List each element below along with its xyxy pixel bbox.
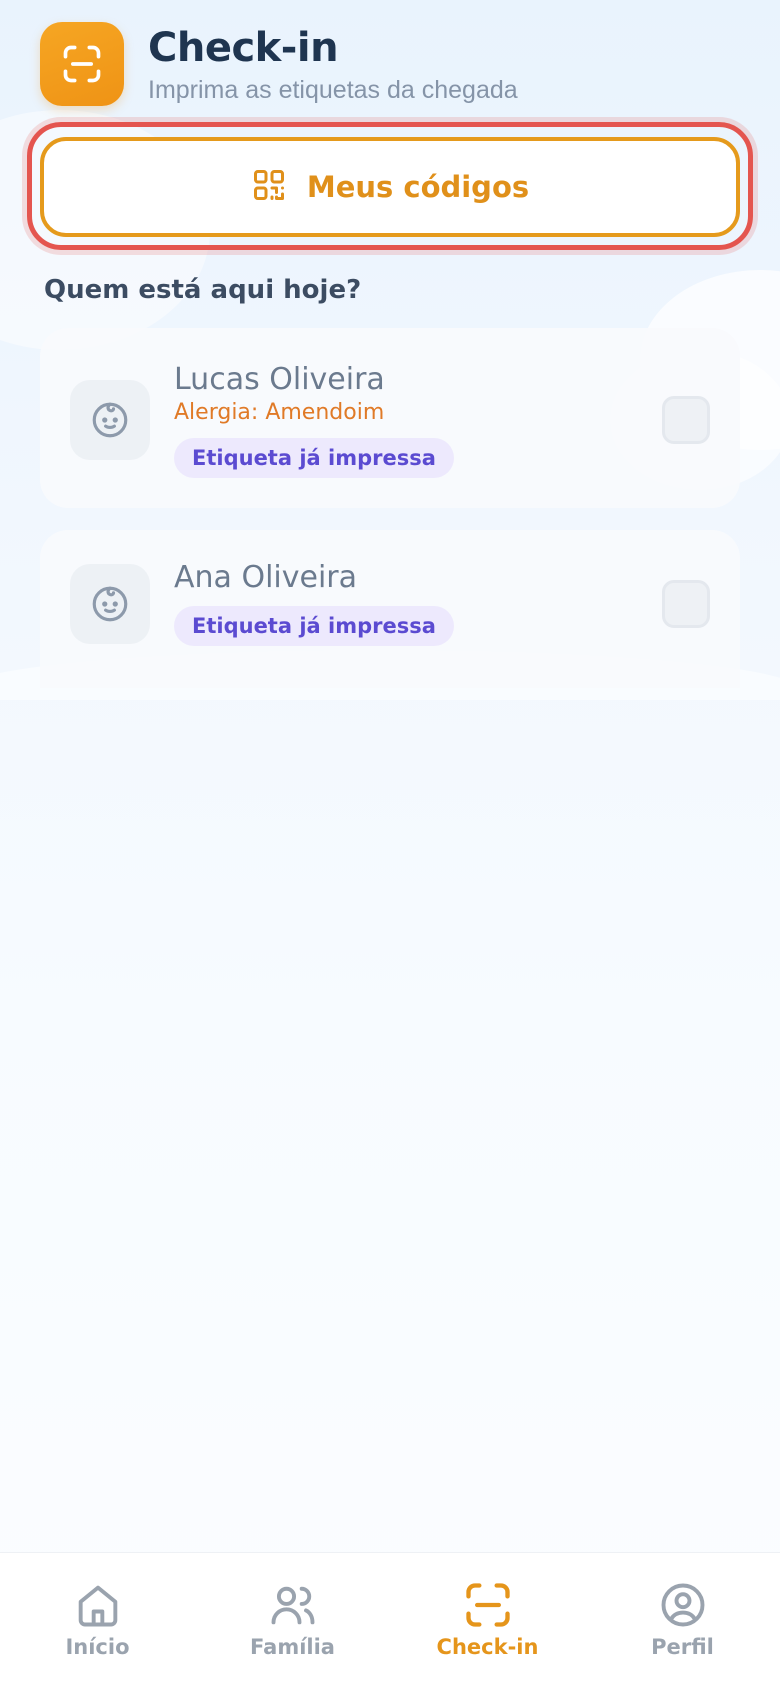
nav-item-familia[interactable]: Família <box>195 1553 390 1688</box>
my-codes-label: Meus códigos <box>306 170 530 204</box>
my-codes-button[interactable]: Meus códigos <box>40 137 740 237</box>
nav-label: Início <box>65 1635 130 1659</box>
avatar <box>70 564 150 644</box>
bottom-nav: Início Família Check-in Perfil <box>0 1552 780 1688</box>
page-header: Check-in Imprima as etiquetas da chegada <box>40 22 760 106</box>
nav-item-inicio[interactable]: Início <box>0 1553 195 1688</box>
child-card[interactable]: Lucas Oliveira Alergia: Amendoim Etiquet… <box>40 328 740 508</box>
checkin-screen: Check-in Imprima as etiquetas da chegada… <box>0 0 780 1688</box>
scan-icon <box>40 22 124 106</box>
label-printed-badge: Etiqueta já impressa <box>174 438 454 478</box>
child-checkbox[interactable] <box>662 580 710 628</box>
nav-label: Família <box>250 1635 335 1659</box>
nav-item-perfil[interactable]: Perfil <box>585 1553 780 1688</box>
avatar <box>70 380 150 460</box>
user-circle-icon <box>661 1583 704 1627</box>
page-title: Check-in <box>148 25 339 71</box>
baby-icon <box>92 586 128 622</box>
child-name: Ana Oliveira <box>174 560 358 595</box>
child-card[interactable]: Ana Oliveira Etiqueta já impressa <box>40 530 740 688</box>
child-checkbox[interactable] <box>662 396 710 444</box>
baby-icon <box>92 402 128 438</box>
nav-item-checkin[interactable]: Check-in <box>390 1553 585 1688</box>
nav-label: Check-in <box>436 1635 539 1659</box>
header-text: Check-in Imprima as etiquetas da chegada <box>148 22 518 105</box>
scan-icon <box>465 1583 510 1627</box>
home-icon <box>78 1585 117 1627</box>
page-subtitle: Imprima as etiquetas da chegada <box>148 76 518 104</box>
child-name: Lucas Oliveira <box>174 362 385 397</box>
nav-label: Perfil <box>651 1635 714 1659</box>
label-printed-badge: Etiqueta já impressa <box>174 606 454 646</box>
qr-code-icon <box>251 167 287 207</box>
section-title: Quem está aqui hoje? <box>44 275 362 305</box>
allergy-info: Alergia: Amendoim <box>174 400 385 425</box>
users-icon <box>271 1586 314 1625</box>
